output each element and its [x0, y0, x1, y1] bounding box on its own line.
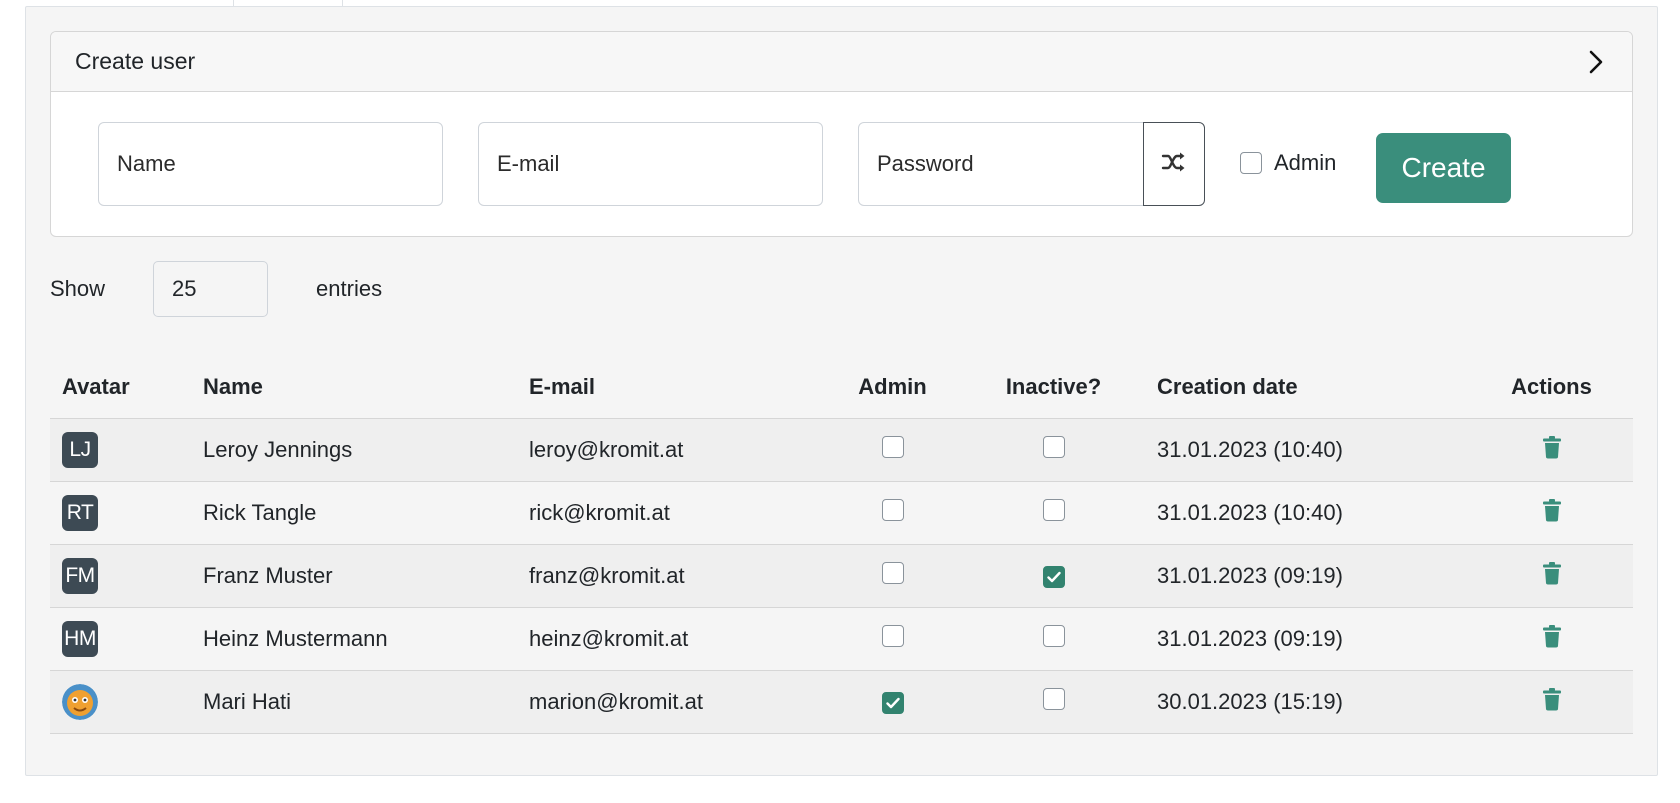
avatar: FM [62, 557, 98, 594]
entries-label: entries [316, 276, 383, 301]
trash-icon[interactable] [1542, 687, 1562, 711]
creation-date: 31.01.2023 (09:19) [1145, 607, 1470, 671]
actions-cell [1470, 481, 1633, 545]
header-inactive[interactable]: Inactive? [962, 357, 1145, 419]
inactive-checkbox[interactable] [1042, 687, 1065, 710]
actions-cell [1470, 544, 1633, 608]
inactive-checkbox[interactable] [1042, 565, 1065, 588]
user-email: marion@kromit.at [517, 670, 823, 734]
creation-date: 31.01.2023 (09:19) [1145, 544, 1470, 608]
admin-checkbox-label: Admin [1274, 150, 1337, 175]
actions-cell [1470, 418, 1633, 482]
entries-length-control: Show 25 entries [50, 261, 382, 317]
inactive-cell [962, 670, 1145, 734]
inactive-cell [962, 481, 1145, 545]
avatar: LJ [62, 431, 98, 468]
create-user-title: Create user [75, 48, 196, 74]
show-label: Show [50, 276, 106, 301]
actions-cell [1470, 607, 1633, 671]
name-input[interactable] [98, 122, 443, 206]
inactive-checkbox[interactable] [1042, 624, 1065, 647]
header-admin[interactable]: Admin [823, 357, 962, 419]
inactive-cell [962, 607, 1145, 671]
avatar-cell: RT [50, 481, 191, 545]
user-email: leroy@kromit.at [517, 418, 823, 482]
avatar-cell: FM [50, 544, 191, 608]
user-name: Heinz Mustermann [191, 607, 517, 671]
trash-icon[interactable] [1542, 624, 1562, 648]
admin-cell [823, 418, 962, 482]
admin-checkbox[interactable] [881, 435, 904, 458]
user-name: Franz Muster [191, 544, 517, 608]
password-input[interactable] [858, 122, 1144, 206]
header-email[interactable]: E-mail [517, 357, 823, 419]
create-user-card: Create user Admi [50, 31, 1633, 237]
admin-checkbox[interactable]: Admin [1240, 150, 1336, 176]
table-row: HM Heinz Mustermann heinz@kromit.at 31.0… [50, 607, 1633, 671]
admin-cell [823, 544, 962, 608]
admin-cell [823, 670, 962, 734]
actions-cell [1470, 670, 1633, 734]
admin-checkbox[interactable] [881, 561, 904, 584]
users-panel: Create user Admi [25, 6, 1658, 776]
header-creation-date[interactable]: Creation date [1145, 357, 1470, 419]
shuffle-icon [1161, 151, 1187, 178]
admin-checkbox[interactable] [881, 691, 904, 714]
create-user-form: Admin Create [51, 92, 1632, 236]
inactive-checkbox[interactable] [1042, 435, 1065, 458]
inactive-cell [962, 418, 1145, 482]
table-row: FM Franz Muster franz@kromit.at 31.01.20… [50, 544, 1633, 608]
table-row: Mari Hati marion@kromit.at 30.01.2023 (1… [50, 670, 1633, 734]
trash-icon[interactable] [1542, 498, 1562, 522]
generate-password-button[interactable] [1143, 122, 1205, 206]
avatar-cell: LJ [50, 418, 191, 482]
header-avatar[interactable]: Avatar [50, 357, 191, 419]
admin-checkbox[interactable] [881, 498, 904, 521]
table-header-row: Avatar Name E-mail Admin Inactive? Creat… [50, 357, 1633, 419]
photo-avatar-icon [62, 683, 179, 720]
create-button[interactable]: Create [1376, 133, 1511, 203]
creation-date: 30.01.2023 (15:19) [1145, 670, 1470, 734]
user-email: heinz@kromit.at [517, 607, 823, 671]
admin-cell [823, 607, 962, 671]
user-email: franz@kromit.at [517, 544, 823, 608]
user-name: Leroy Jennings [191, 418, 517, 482]
avatar-cell: HM [50, 607, 191, 671]
entries-select[interactable]: 25 [153, 261, 269, 317]
table-row: LJ Leroy Jennings leroy@kromit.at 31.01.… [50, 418, 1633, 482]
avatar: RT [62, 494, 98, 531]
avatar: HM [62, 620, 98, 657]
trash-icon[interactable] [1542, 561, 1562, 585]
admin-cell [823, 481, 962, 545]
avatar-cell [50, 670, 191, 734]
trash-icon[interactable] [1542, 435, 1562, 459]
email-input[interactable] [478, 122, 823, 206]
inactive-checkbox[interactable] [1042, 498, 1065, 521]
header-actions: Actions [1470, 357, 1633, 419]
users-table: Avatar Name E-mail Admin Inactive? Creat… [50, 357, 1633, 734]
create-user-header[interactable]: Create user [51, 32, 1632, 92]
creation-date: 31.01.2023 (10:40) [1145, 418, 1470, 482]
admin-checkbox-box[interactable] [1240, 152, 1262, 174]
inactive-cell [962, 544, 1145, 608]
creation-date: 31.01.2023 (10:40) [1145, 481, 1470, 545]
user-name: Rick Tangle [191, 481, 517, 545]
table-row: RT Rick Tangle rick@kromit.at 31.01.2023… [50, 481, 1633, 545]
user-email: rick@kromit.at [517, 481, 823, 545]
user-name: Mari Hati [191, 670, 517, 734]
header-name[interactable]: Name [191, 357, 517, 419]
admin-checkbox[interactable] [881, 624, 904, 647]
chevron-right-icon[interactable] [1582, 48, 1610, 76]
